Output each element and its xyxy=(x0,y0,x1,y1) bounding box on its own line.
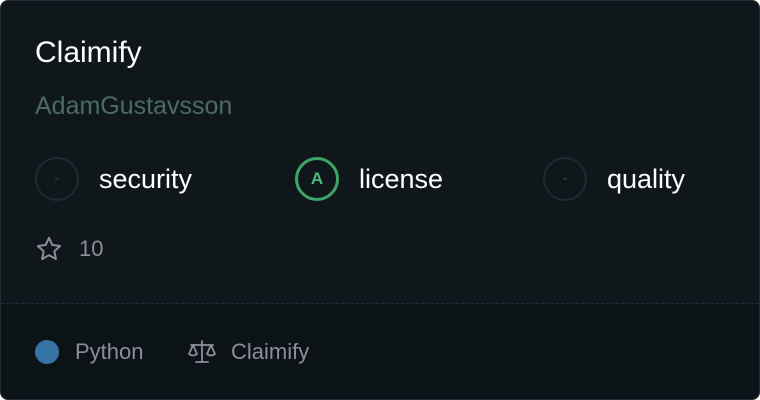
star-count: 10 xyxy=(79,236,104,261)
scale-icon xyxy=(187,338,217,366)
license-label: license xyxy=(359,163,444,194)
star-count-group: 10 xyxy=(35,233,103,265)
quality-grade-badge: - xyxy=(543,157,587,201)
repo-name[interactable]: Claimify xyxy=(35,33,142,73)
quality-label: quality xyxy=(607,163,686,194)
language-name: Python xyxy=(75,339,144,364)
score-quality: - quality xyxy=(543,155,685,203)
star-icon xyxy=(35,235,63,263)
language-color-dot xyxy=(35,340,59,364)
card-footer: Python Claimify xyxy=(1,304,759,399)
score-license: A license xyxy=(295,155,443,203)
repo-owner[interactable]: AdamGustavsson xyxy=(35,89,232,123)
license-name: Claimify xyxy=(231,339,310,364)
security-label: security xyxy=(99,163,193,194)
repo-card[interactable]: Claimify AdamGustavsson - security A lic… xyxy=(0,0,760,400)
security-grade-badge: - xyxy=(35,157,79,201)
license-grade-badge: A xyxy=(295,157,339,201)
score-security: - security xyxy=(35,155,192,203)
